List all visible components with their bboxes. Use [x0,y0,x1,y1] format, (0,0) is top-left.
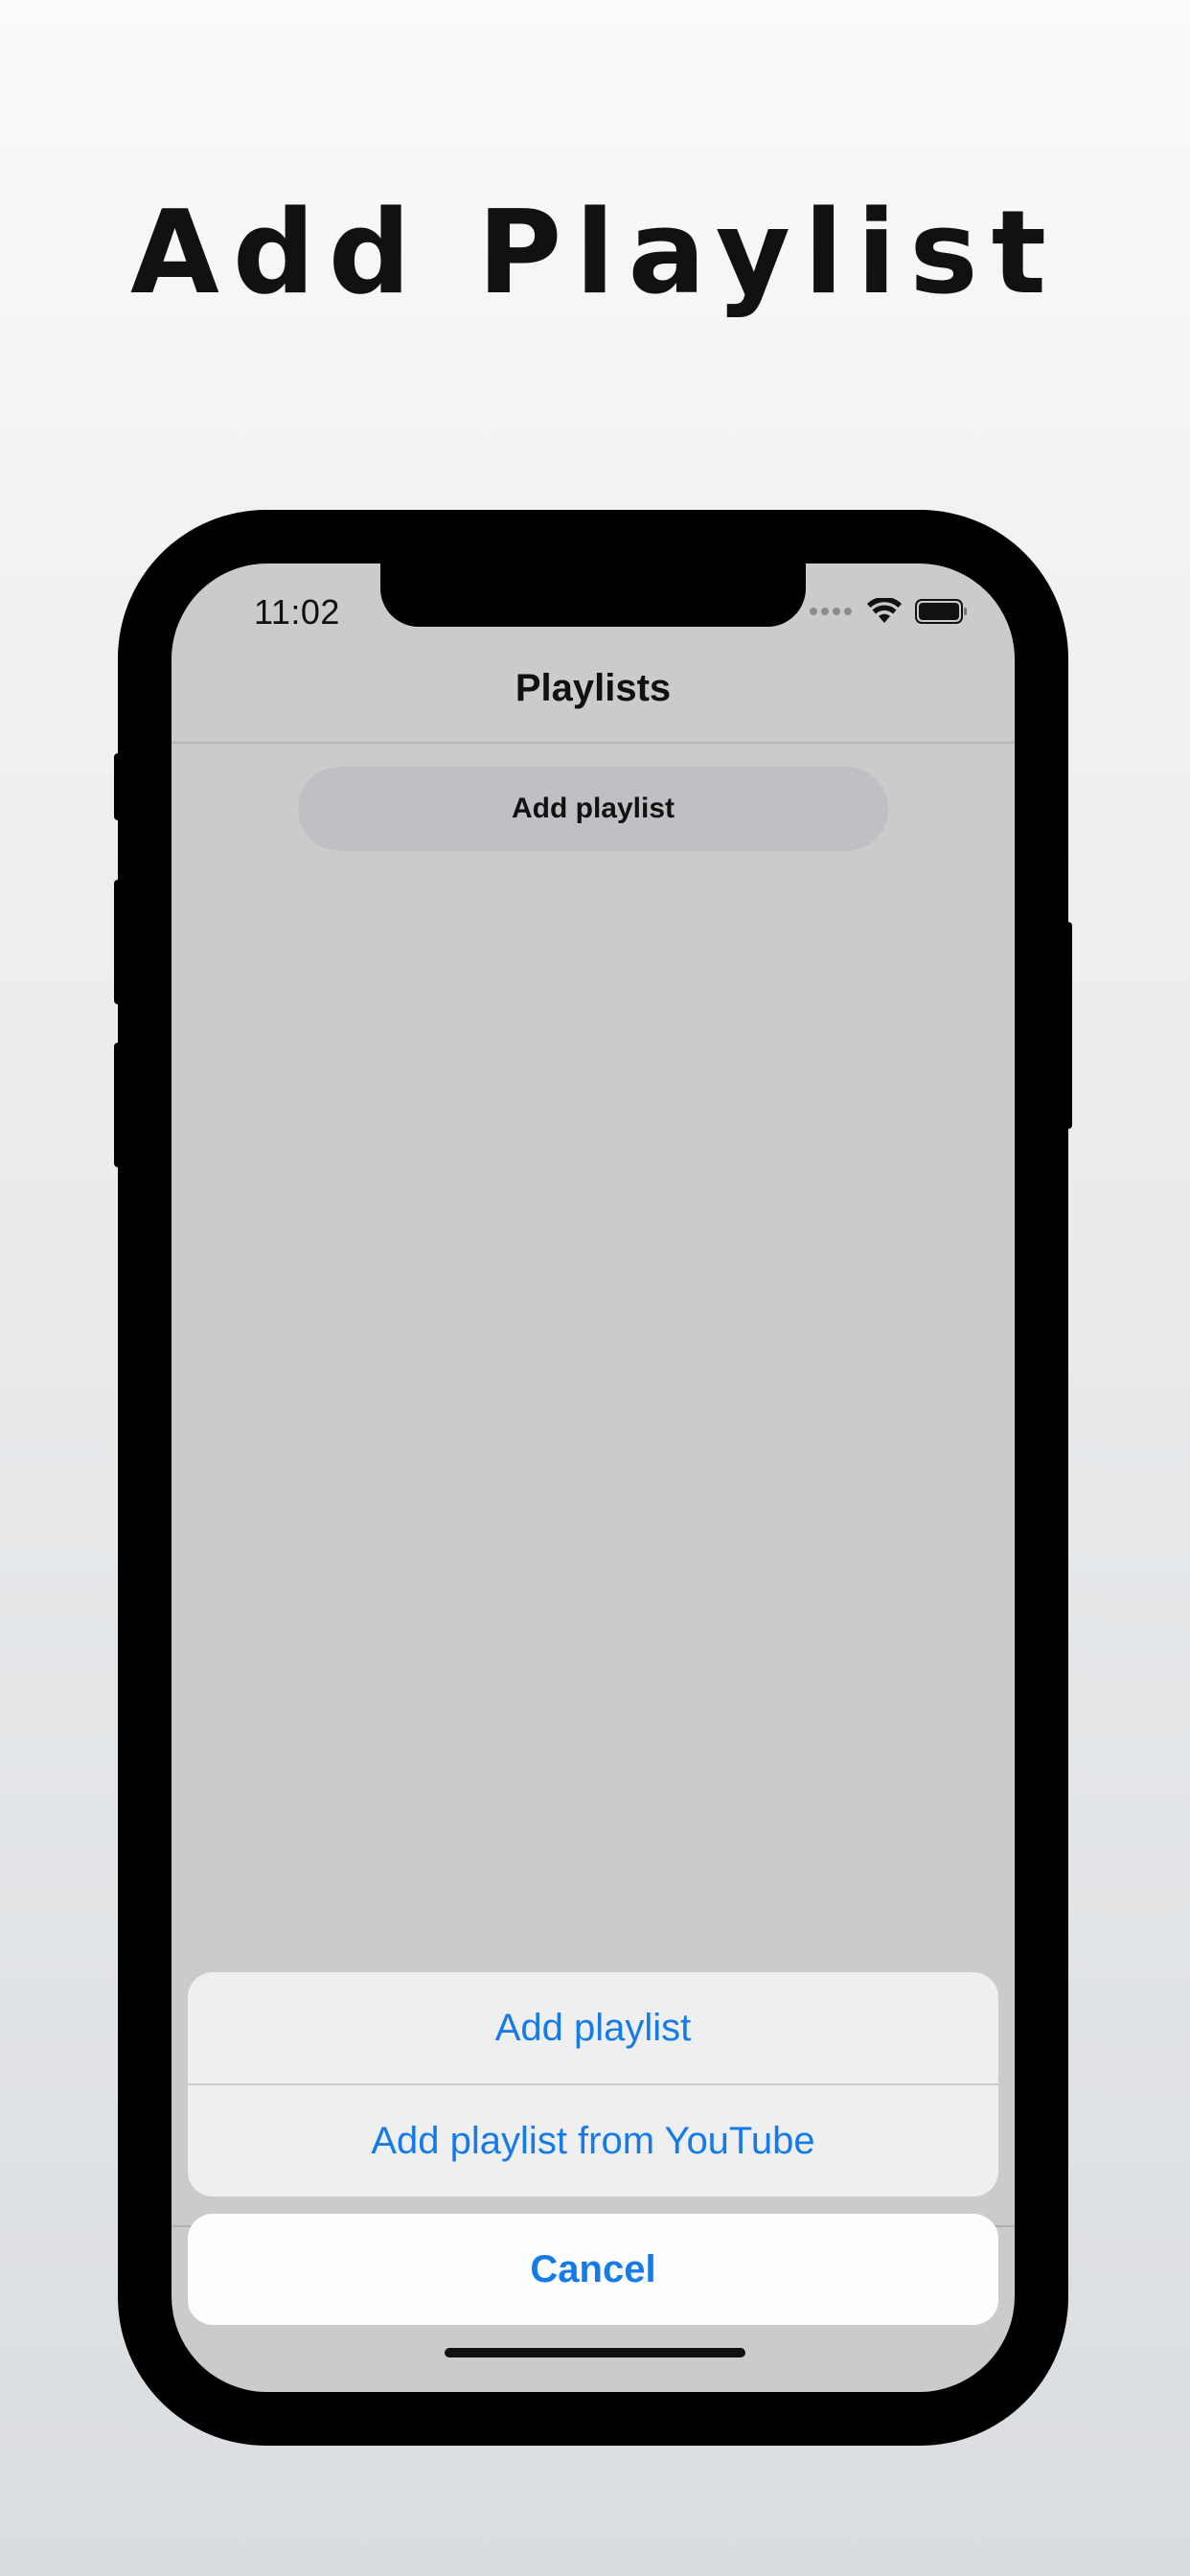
notch [380,564,806,627]
nav-divider [172,742,1015,744]
cancel-button[interactable]: Cancel [188,2214,998,2325]
status-icons [810,594,969,629]
phone-frame: 11:02 Playlists Add playlist Add playlis… [114,510,1072,2446]
add-playlist-button[interactable]: Add playlist [298,767,888,851]
action-sheet-options: Add playlist Add playlist from YouTube [188,1972,998,2196]
status-time: 11:02 [254,592,340,632]
phone-screen: 11:02 Playlists Add playlist Add playlis… [172,564,1015,2392]
volume-up-button [114,880,122,1004]
home-indicator[interactable] [445,2348,745,2358]
nav-title: Playlists [515,667,672,709]
wifi-icon [867,598,902,623]
action-add-playlist-from-youtube[interactable]: Add playlist from YouTube [188,2085,998,2196]
battery-icon [915,599,967,624]
mute-switch [114,753,122,820]
signal-dots-icon [810,608,852,615]
volume-down-button [114,1043,122,1167]
action-add-playlist[interactable]: Add playlist [188,1972,998,2083]
power-button [1064,922,1072,1129]
promo-headline: Add Playlist [129,187,1061,320]
